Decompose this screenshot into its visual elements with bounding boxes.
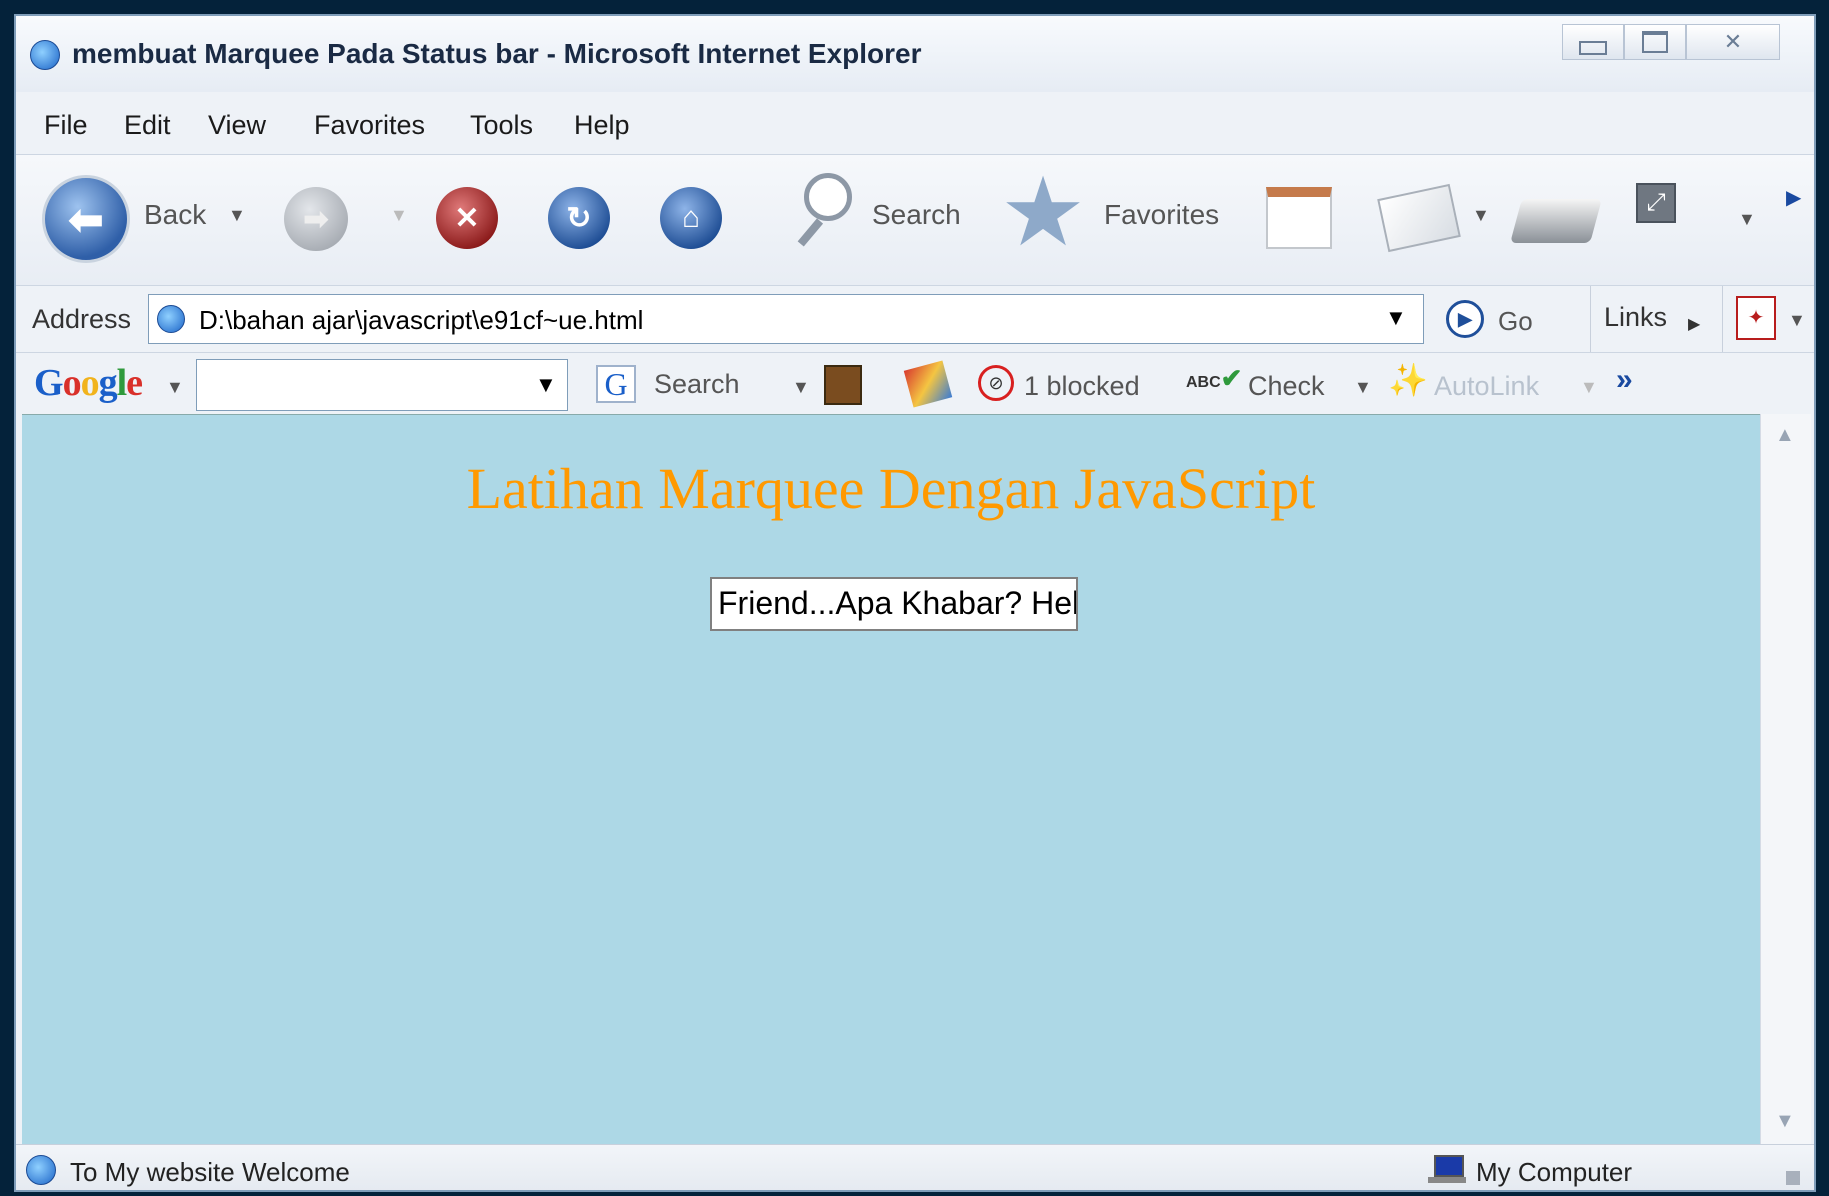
home-icon: ⌂: [681, 201, 701, 234]
image-search-icon[interactable]: [824, 365, 862, 405]
news-icon[interactable]: [903, 360, 953, 408]
go-arrow-icon: ▶: [1446, 300, 1484, 338]
standard-toolbar: ⬅ Back ▼ ➡ ▼ ✕ ↻ ⌂ Search ★ Favorites ▼ …: [16, 154, 1814, 286]
arrow-right-icon: ➡: [303, 202, 329, 236]
abc-check-icon: ABC✔: [1186, 363, 1243, 393]
maximize-icon: [1642, 31, 1668, 53]
autolink-dropdown-icon: ▼: [1580, 377, 1598, 397]
star-icon: ★: [1000, 159, 1087, 266]
address-dropdown-icon[interactable]: ▼: [1385, 305, 1407, 331]
google-search-dropdown-icon[interactable]: ▼: [792, 377, 810, 398]
page-heading: Latihan Marquee Dengan JavaScript: [466, 456, 1316, 521]
autolink-label: AutoLink: [1434, 371, 1540, 401]
popup-blocker-button[interactable]: ⊘ 1 blocked: [974, 361, 1164, 409]
toolbar-overflow-icon[interactable]: ▶: [1786, 185, 1801, 210]
vertical-scrollbar[interactable]: ▲ ▼: [1760, 414, 1811, 1144]
address-value: D:\bahan ajar\javascript\e91cf~ue.html: [199, 305, 644, 335]
status-bar: To My website Welcome My Computer: [16, 1144, 1814, 1190]
menu-view[interactable]: View: [208, 110, 266, 141]
window-title: membuat Marquee Pada Status bar - Micros…: [72, 38, 922, 69]
fullscreen-icon[interactable]: ⤢: [1636, 183, 1676, 223]
back-label: Back: [144, 199, 207, 230]
separator: [1590, 286, 1591, 352]
links-chevron-icon[interactable]: ▶: [1688, 314, 1700, 334]
home-button[interactable]: ⌂: [660, 187, 722, 249]
status-message: To My website Welcome: [70, 1157, 350, 1187]
marquee-text-field[interactable]: Friend...Apa Khabar? Hello: [710, 577, 1078, 631]
refresh-button[interactable]: ↻: [548, 187, 610, 249]
back-dropdown-icon[interactable]: ▼: [228, 205, 246, 226]
forward-button[interactable]: ➡: [284, 187, 348, 251]
close-icon: ✕: [1723, 29, 1743, 54]
close-button[interactable]: ✕: [1686, 24, 1780, 60]
popup-blocked-icon: ⊘: [978, 365, 1014, 401]
search-label: Search: [872, 199, 961, 230]
menu-file[interactable]: File: [44, 110, 88, 141]
menu-favorites[interactable]: Favorites: [314, 110, 425, 141]
menu-edit[interactable]: Edit: [124, 110, 171, 141]
mail-dropdown-icon[interactable]: ▼: [1472, 205, 1490, 226]
google-search-input[interactable]: ▼: [196, 359, 568, 411]
menu-bar: File Edit View Favorites Tools Help: [16, 96, 1814, 148]
page-content: Latihan Marquee Dengan JavaScript Friend…: [22, 414, 1760, 1145]
blocked-count: 1 blocked: [1024, 371, 1140, 401]
ie-icon: [30, 40, 60, 70]
google-toolbar: Google ▼ ▼ G Search ▼ ⊘ 1 blocked ABC✔ C…: [16, 352, 1814, 415]
google-search-label: Search: [654, 369, 740, 399]
arrow-left-icon: ⬅: [68, 195, 104, 243]
pdf-dropdown-icon[interactable]: ▼: [1788, 310, 1806, 331]
more-dropdown-icon[interactable]: ▼: [1738, 209, 1756, 230]
menu-help[interactable]: Help: [574, 110, 630, 141]
stop-icon: ✕: [454, 201, 480, 235]
magnifier-icon: [786, 173, 856, 259]
resize-grip[interactable]: [1786, 1171, 1800, 1185]
scroll-up-icon[interactable]: ▲: [1775, 424, 1795, 447]
page-icon: [157, 305, 185, 333]
minimize-icon: [1579, 41, 1607, 55]
calendar-icon[interactable]: [1266, 187, 1332, 249]
address-input[interactable]: D:\bahan ajar\javascript\e91cf~ue.html ▼: [148, 294, 1424, 344]
google-input-dropdown-icon[interactable]: ▼: [535, 372, 557, 398]
forward-dropdown-icon[interactable]: ▼: [390, 205, 408, 226]
back-button[interactable]: ⬅: [42, 175, 130, 263]
address-bar: Address D:\bahan ajar\javascript\e91cf~u…: [16, 286, 1814, 352]
browser-window: membuat Marquee Pada Status bar - Micros…: [14, 14, 1816, 1192]
google-more-button[interactable]: »: [1616, 363, 1633, 397]
refresh-icon: ↻: [566, 201, 592, 235]
check-dropdown-icon[interactable]: ▼: [1354, 377, 1372, 398]
spell-check-button[interactable]: ABC✔ Check: [1186, 361, 1346, 409]
stop-button[interactable]: ✕: [436, 187, 498, 249]
menu-tools[interactable]: Tools: [470, 110, 533, 141]
google-menu-dropdown-icon[interactable]: ▼: [166, 377, 184, 398]
go-button[interactable]: ▶ Go: [1440, 294, 1550, 344]
title-bar: membuat Marquee Pada Status bar - Micros…: [16, 16, 1814, 92]
print-icon[interactable]: [1510, 199, 1602, 243]
google-g-icon: G: [596, 365, 636, 403]
maximize-button[interactable]: [1624, 24, 1686, 60]
links-label[interactable]: Links: [1604, 302, 1667, 333]
mail-icon[interactable]: [1377, 183, 1461, 253]
minimize-button[interactable]: [1562, 24, 1624, 60]
address-label: Address: [32, 304, 132, 334]
computer-icon: [1428, 1155, 1466, 1185]
pdf-icon[interactable]: ✦: [1736, 296, 1776, 340]
scroll-down-icon[interactable]: ▼: [1775, 1110, 1795, 1133]
go-label: Go: [1498, 306, 1533, 336]
separator: [1722, 286, 1723, 352]
security-zone: My Computer: [1476, 1157, 1633, 1187]
google-search-button[interactable]: G Search: [596, 363, 776, 407]
favorites-label: Favorites: [1104, 199, 1220, 230]
autolink-icon: ✨: [1388, 362, 1428, 398]
google-logo[interactable]: Google: [34, 361, 143, 405]
status-page-icon: [26, 1155, 56, 1185]
check-label: Check: [1248, 371, 1325, 401]
